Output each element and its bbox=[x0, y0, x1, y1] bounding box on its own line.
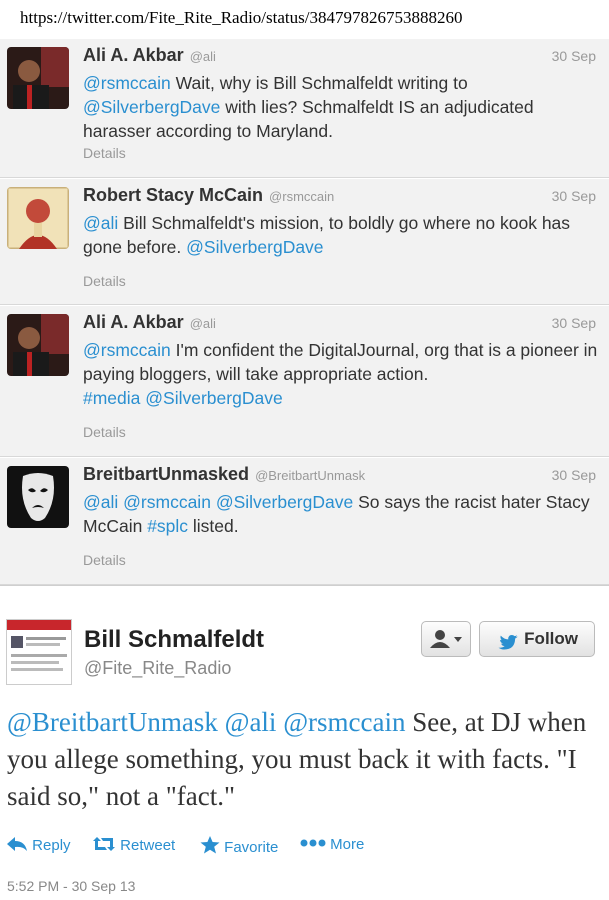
mention-link[interactable]: @ali bbox=[83, 213, 118, 233]
retweet-button[interactable]: Retweet bbox=[92, 836, 175, 854]
author-name[interactable]: BreitbartUnmasked @BreitbartUnmask bbox=[83, 464, 365, 485]
retweet-icon bbox=[92, 837, 116, 854]
author-name[interactable]: Robert Stacy McCain @rsmccain bbox=[83, 185, 334, 206]
mention-link[interactable]: @SilverbergDave bbox=[186, 237, 323, 257]
details-link[interactable]: Details bbox=[83, 145, 126, 161]
tweet-date[interactable]: 30 Sep bbox=[552, 48, 596, 64]
main-tweet: Bill Schmalfeldt @Fite_Rite_Radio Follow… bbox=[0, 585, 609, 900]
mention-link[interactable]: @rsmccain bbox=[283, 707, 405, 737]
tweet-date[interactable]: 30 Sep bbox=[552, 315, 596, 331]
tweet-text: @rsmccain I'm confident the DigitalJourn… bbox=[83, 340, 598, 408]
mention-link[interactable]: @ali bbox=[83, 492, 118, 512]
author-handle[interactable]: @rsmccain bbox=[269, 189, 334, 204]
follow-button[interactable]: Follow bbox=[479, 621, 595, 657]
hashtag-link[interactable]: #splc bbox=[147, 516, 188, 536]
mention-link[interactable]: @rsmccain bbox=[123, 492, 211, 512]
mention-link[interactable]: @rsmccain bbox=[83, 340, 171, 360]
mention-link[interactable]: @SilverbergDave bbox=[83, 97, 220, 117]
mention-link[interactable]: @ali bbox=[225, 707, 277, 737]
user-dropdown-icon bbox=[422, 630, 470, 660]
author-handle[interactable]: @ali bbox=[190, 49, 216, 64]
details-link[interactable]: Details bbox=[83, 273, 126, 289]
details-link[interactable]: Details bbox=[83, 552, 126, 568]
more-dots-icon bbox=[300, 836, 326, 853]
conversation-feed: Ali A. Akbar @ali 30 Sep @rsmccain Wait, … bbox=[0, 38, 609, 585]
more-button[interactable]: More bbox=[300, 836, 364, 853]
avatar[interactable] bbox=[7, 314, 69, 376]
main-tweet-text: @BreitbartUnmask @ali @rsmccain See, at … bbox=[7, 707, 587, 811]
tweet-timestamp[interactable]: 5:52 PM - 30 Sep 13 bbox=[7, 878, 135, 894]
favorite-button[interactable]: Favorite bbox=[200, 836, 278, 856]
reply-icon bbox=[6, 837, 28, 854]
reply-button[interactable]: Reply bbox=[6, 836, 71, 854]
tweet-item[interactable]: Ali A. Akbar @ali 30 Sep @rsmccain I'm co… bbox=[0, 305, 609, 457]
avatar[interactable] bbox=[7, 466, 69, 528]
details-link[interactable]: Details bbox=[83, 424, 126, 440]
tweet-text: @ali Bill Schmalfeldt's mission, to bold… bbox=[83, 213, 571, 257]
tweet-item[interactable]: Robert Stacy McCain @rsmccain 30 Sep @ali… bbox=[0, 178, 609, 305]
mention-link[interactable]: @rsmccain bbox=[83, 73, 171, 93]
tweet-date[interactable]: 30 Sep bbox=[552, 188, 596, 204]
tweet-date[interactable]: 30 Sep bbox=[552, 467, 596, 483]
avatar[interactable] bbox=[7, 47, 69, 109]
tweet-item[interactable]: BreitbartUnmasked @BreitbartUnmask 30 Sep… bbox=[0, 457, 609, 585]
hashtag-link[interactable]: #media bbox=[83, 388, 140, 408]
avatar[interactable] bbox=[6, 619, 72, 685]
author-name[interactable]: Bill Schmalfeldt bbox=[84, 626, 264, 654]
tweet-item[interactable]: Ali A. Akbar @ali 30 Sep @rsmccain Wait, … bbox=[0, 38, 609, 178]
avatar[interactable] bbox=[7, 187, 69, 249]
tweet-text: @ali @rsmccain @SilverbergDave So says t… bbox=[83, 492, 590, 536]
source-url: https://twitter.com/Fite_Rite_Radio/stat… bbox=[0, 0, 609, 38]
author-name[interactable]: Ali A. Akbar @ali bbox=[83, 45, 216, 66]
author-name[interactable]: Ali A. Akbar @ali bbox=[83, 312, 216, 333]
favorite-star-icon bbox=[200, 836, 220, 856]
twitter-bird-icon bbox=[497, 630, 519, 664]
mention-link[interactable]: @SilverbergDave bbox=[216, 492, 353, 512]
author-handle[interactable]: @BreitbartUnmask bbox=[255, 468, 365, 483]
tweet-text: @rsmccain Wait, why is Bill Schmalfeldt … bbox=[83, 73, 534, 141]
mention-link[interactable]: @SilverbergDave bbox=[145, 388, 282, 408]
mention-link[interactable]: @BreitbartUnmask bbox=[7, 707, 218, 737]
user-actions-button[interactable] bbox=[421, 621, 471, 657]
author-handle[interactable]: @ali bbox=[190, 316, 216, 331]
author-handle[interactable]: @Fite_Rite_Radio bbox=[84, 658, 231, 679]
